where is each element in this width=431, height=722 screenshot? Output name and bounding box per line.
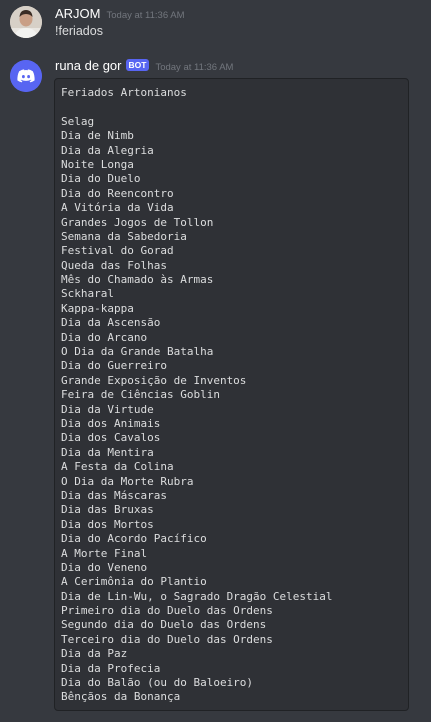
code-line: Dia da Alegria: [61, 143, 154, 157]
code-line: Dia da Ascensão: [61, 316, 161, 330]
code-line: Dia da Mentira: [61, 445, 154, 459]
code-line: Dia do Acordo Pacífico: [61, 532, 207, 546]
chat-messages: ARJOM Today at 11:36 AM !feriados runa d…: [0, 0, 431, 722]
message-header: ARJOM Today at 11:36 AM: [55, 6, 185, 21]
code-line: Dia do Veneno: [61, 560, 148, 574]
code-line: O Dia da Grande Batalha: [61, 345, 214, 359]
discord-logo-icon[interactable]: [10, 60, 42, 92]
code-line: Terceiro dia do Duelo das Ordens: [61, 632, 273, 646]
code-line: Dia dos Cavalos: [61, 431, 161, 445]
code-line: Noite Longa: [61, 157, 134, 171]
message-content: !feriados: [55, 24, 103, 38]
code-line: Dia do Duelo: [61, 172, 141, 186]
code-line: Dia da Virtude: [61, 402, 154, 416]
code-line: A Cerimônia do Plantio: [61, 575, 207, 589]
code-line: Bênçãos da Bonança: [61, 690, 181, 704]
code-line: Feriados Artonianos: [61, 86, 187, 99]
code-line: Kappa-kappa: [61, 301, 134, 315]
code-line: Primeiro dia do Duelo das Ordens: [61, 604, 273, 618]
code-line: Dia da Paz: [61, 647, 128, 661]
username[interactable]: runa de gor: [55, 58, 122, 73]
code-line: A Festa da Colina: [61, 460, 174, 474]
username[interactable]: ARJOM: [55, 6, 101, 21]
code-line: Grandes Jogos de Tollon: [61, 215, 214, 229]
code-line: Grande Exposição de Inventos: [61, 373, 247, 387]
code-line: Dia das Bruxas: [61, 503, 154, 517]
code-line: Semana da Sabedoria: [61, 229, 187, 243]
code-line: Dia da Profecia: [61, 661, 161, 675]
code-line: Sckharal: [61, 287, 114, 301]
code-block: Feriados Artonianos Selag Dia de Nimb Dia d…: [54, 78, 409, 711]
code-line: Dia do Balão (ou do Baloeiro): [61, 676, 254, 690]
bot-badge: BOT: [125, 59, 150, 71]
message-header: runa de gor BOT Today at 11:36 AM: [55, 58, 233, 73]
timestamp: Today at 11:36 AM: [155, 62, 234, 73]
code-line: A Morte Final: [61, 546, 148, 560]
code-line: Dia de Lin-Wu, o Sagrado Dragão Celestia…: [61, 589, 333, 603]
code-line: A Vitória da Vida: [61, 201, 174, 215]
code-line: Dia dos Animais: [61, 416, 161, 430]
code-line: Dia do Arcano: [61, 330, 148, 344]
code-line: Dia dos Mortos: [61, 517, 154, 531]
code-line: Feira de Ciências Goblin: [61, 388, 220, 402]
code-line: Mês do Chamado às Armas: [61, 273, 214, 287]
code-line: Festival do Gorad: [61, 244, 174, 258]
code-line: Selag: [61, 114, 95, 128]
user-avatar-icon[interactable]: [10, 6, 42, 38]
code-line: Dia das Máscaras: [61, 488, 167, 502]
code-line: O Dia da Morte Rubra: [61, 474, 194, 488]
timestamp: Today at 11:36 AM: [106, 10, 185, 21]
code-line: Queda das Folhas: [61, 258, 167, 272]
code-line: Dia do Guerreiro: [61, 359, 167, 373]
code-line: Dia de Nimb: [61, 129, 134, 143]
code-line: Segundo dia do Duelo das Ordens: [61, 618, 267, 632]
code-line: Dia do Reencontro: [61, 186, 174, 200]
